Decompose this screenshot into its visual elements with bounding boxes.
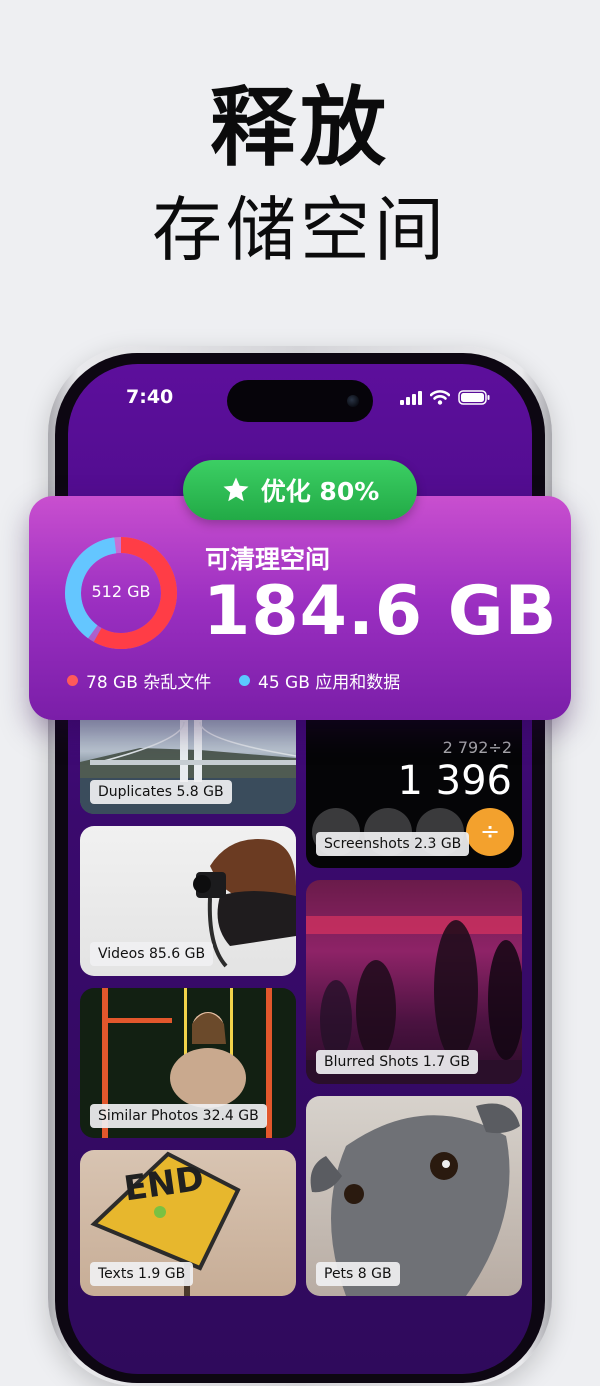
tile-similar[interactable]: Similar Photos 32.4 GB: [80, 988, 296, 1138]
tile-label: Videos 85.6 GB: [90, 942, 214, 966]
legend-apps: 45 GB 应用和数据: [239, 668, 400, 693]
tile-label: Similar Photos 32.4 GB: [90, 1104, 267, 1128]
tile-label: Blurred Shots 1.7 GB: [316, 1050, 479, 1074]
legend-dot: [239, 675, 250, 686]
cellular-signal-icon: [400, 390, 422, 405]
tile-texts[interactable]: END Texts 1.9 GB: [80, 1150, 296, 1296]
legend-label: 78 GB 杂乱文件: [86, 673, 212, 693]
tile-pets[interactable]: Pets 8 GB: [306, 1096, 522, 1296]
tile-screenshots[interactable]: 2 792÷2 1 396 ÷ Screenshots 2.3 GB: [306, 700, 522, 868]
legend-dot: [67, 675, 78, 686]
tile-videos[interactable]: Videos 85.6 GB: [80, 826, 296, 976]
headline-subtitle: 存储空间: [152, 189, 448, 271]
tile-label: Texts 1.9 GB: [90, 1262, 194, 1286]
calculator-divide-key: ÷: [466, 808, 514, 856]
dynamic-island: [227, 380, 373, 422]
tile-label: Duplicates 5.8 GB: [90, 780, 232, 804]
headline-title: 释放: [210, 78, 390, 178]
legend-label: 45 GB 应用和数据: [258, 673, 401, 693]
status-time: 7:40: [126, 386, 174, 408]
tile-blurred[interactable]: Blurred Shots 1.7 GB: [306, 880, 522, 1084]
cleanable-space-amount: 184.6 GB: [203, 572, 558, 651]
calculator-result: 1 396: [397, 758, 512, 804]
tile-label: Pets 8 GB: [316, 1262, 400, 1286]
storage-total-label: 512 GB: [91, 582, 151, 601]
front-camera-icon: [347, 395, 359, 407]
optimize-badge-label: 优化 80%: [260, 477, 380, 506]
optimize-badge: 优化 80%: [183, 460, 417, 520]
tile-label: Screenshots 2.3 GB: [316, 832, 470, 856]
status-icons: [400, 390, 490, 405]
star-icon: [223, 477, 249, 502]
storage-summary-card: 512 GB 可清理空间 184.6 GB 78 GB 杂乱文件 45 GB 应…: [29, 496, 571, 720]
cleanable-space-label: 可清理空间: [205, 545, 331, 574]
legend-clutter: 78 GB 杂乱文件: [67, 668, 211, 693]
wifi-icon: [430, 390, 450, 405]
calculator-expression: 2 792÷2: [442, 738, 512, 757]
battery-icon: [458, 390, 490, 405]
